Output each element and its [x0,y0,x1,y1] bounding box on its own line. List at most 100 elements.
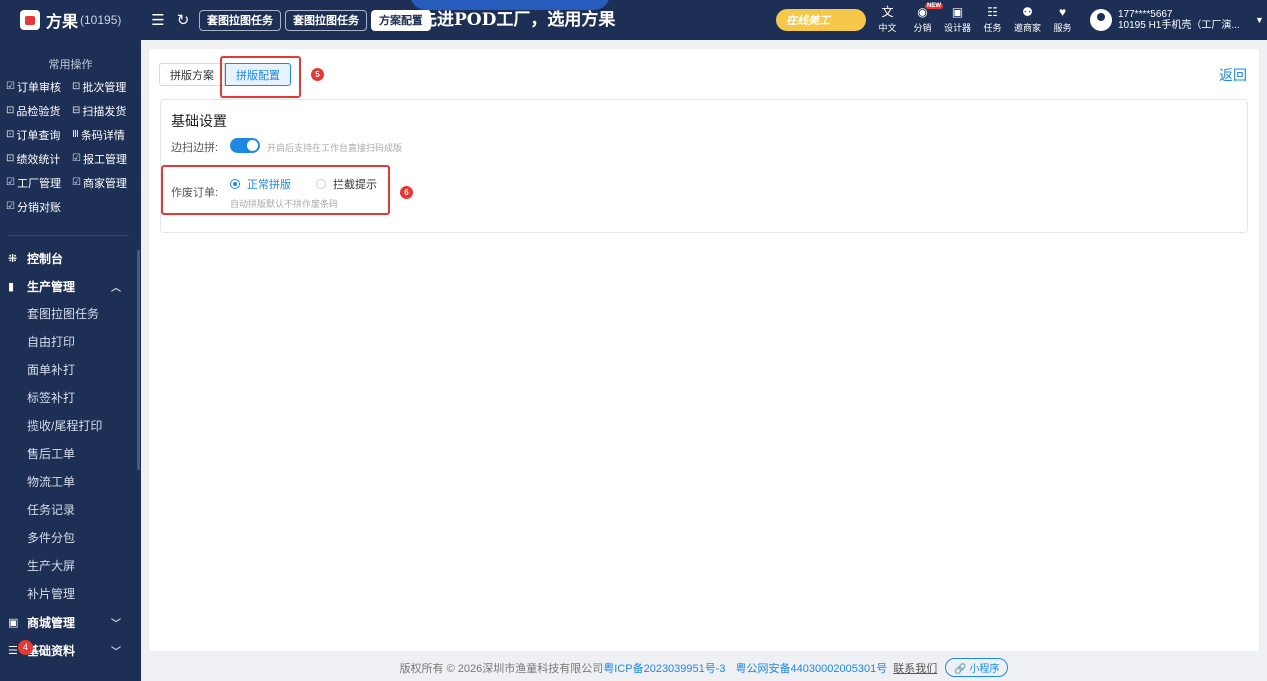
production-submenu: 套图拉图任务 自由打印 面单补打 标签补打 揽收/尾程打印 售后工单 物流工单 … [0,300,141,608]
brand[interactable]: 方果 (10195) [0,0,141,40]
tool-label: 分销 [913,23,932,33]
user-menu[interactable]: 177****5667 10195 H1手机壳（工厂演... [1090,0,1240,40]
inspect-icon: ⊡ [6,105,15,116]
checkbox-icon: ☑ [6,177,15,188]
tool-tasks[interactable]: ☷ 任务 [975,0,1010,40]
scan-icon: ⊟ [72,105,81,116]
mini-program-button[interactable]: 🔗 小程序 [945,658,1009,677]
quick-op-label: 绩效统计 [16,153,61,166]
logo-icon [20,10,40,30]
sidebar-sub-item[interactable]: 物流工单 [0,468,141,496]
user-company: 10195 H1手机壳（工厂演... [1118,20,1240,31]
icp-link[interactable]: 粤ICP备2023039951号-3 [603,660,725,676]
tool-language[interactable]: 文 中文 [870,0,905,40]
tool-label: 中文 [878,23,897,33]
invite-icon: ⚉ [1022,5,1033,19]
quick-op-inspection[interactable]: ⊡ 品检验货 [6,102,72,119]
query-icon: ⊡ [6,129,15,140]
chevron-down-icon: ﹀ [111,618,121,630]
quick-op-barcode[interactable]: Ⅲ 条码详情 [72,126,138,143]
checkbox-icon: ☑ [72,177,81,188]
police-link[interactable]: 粤公网安备44030002005301号 [736,660,888,676]
stats-icon: ⊡ [6,153,15,164]
edge-scan-toggle[interactable] [230,138,260,153]
notification-badge[interactable]: 4 [18,640,33,655]
sidebar-sub-item[interactable]: 多件分包 [0,524,141,552]
mini-program-label: 小程序 [969,664,1000,675]
tool-distribution[interactable]: NEW ◉ 分销 [905,0,943,40]
sidebar-sub-item[interactable]: 面单补打 [0,356,141,384]
mall-icon: ▣ [8,616,19,629]
tool-label: 设计器 [943,23,971,33]
tool-service[interactable]: ♥ 服务 [1045,0,1080,40]
quick-op-order-review[interactable]: ☑ 订单审核 [6,78,72,95]
production-icon: ▮ [8,280,15,293]
checkbox-icon: ☑ [72,153,81,164]
tool-designer[interactable]: ▣ 设计器 [940,0,975,40]
menu-toggle-icon[interactable]: ☰ [150,11,166,29]
menu-label: 生产管理 [27,279,76,294]
sidebar-item-production[interactable]: ▮ 生产管理 ︿ [0,272,141,300]
copyright-text: 版权所有 © 2026深圳市渔童科技有限公司 [399,662,604,675]
heart-icon: ♥ [1058,5,1067,19]
quick-op-order-query[interactable]: ⊡ 订单查询 [6,126,72,143]
promo-banner[interactable]: 先进POD工厂，选用方果 [420,0,615,40]
online-designer-badge[interactable]: 在线美工 [776,9,866,31]
quick-op-merchant[interactable]: ☑ 商家管理 [72,174,138,191]
edge-scan-hint: 开启后支持在工作台直接扫码成版 [267,143,403,153]
back-link[interactable]: 返回 [1219,65,1247,85]
quick-op-label: 分销对账 [16,201,61,214]
quick-op-label: 工厂管理 [16,177,61,190]
quick-op-scan-ship[interactable]: ⊟ 扫描发货 [72,102,138,119]
tool-invite[interactable]: ⚉ 邀商家 [1010,0,1045,40]
tab-task-1[interactable]: 套图拉图任务 [199,9,281,31]
quick-op-label: 订单查询 [16,129,61,142]
quick-op-label: 订单审核 [16,81,61,94]
quick-op-label: 批次管理 [82,81,127,94]
image-icon: ▣ [951,5,964,19]
sidebar-item-mall[interactable]: ▣ 商城管理 ﹀ [0,608,141,636]
batch-icon: ⊡ [72,81,81,92]
quick-ops-grid: ☑ 订单审核 ⊡ 批次管理 ⊡ 品检验货 ⊟ 扫描发货 ⊡ 订单查询 Ⅲ 条码详情 ⊡ 绩效统… [0,78,141,215]
quick-op-factory[interactable]: ☑ 工厂管理 [6,174,72,191]
quick-op-reconcile[interactable]: ☑ 分销对账 [6,198,72,215]
quick-op-performance[interactable]: ⊡ 绩效统计 [6,150,72,167]
link-icon: 🔗 [954,664,967,675]
user-phone: 177****5667 [1118,9,1173,20]
quick-op-batch[interactable]: ⊡ 批次管理 [72,78,138,95]
quick-op-label: 条码详情 [80,129,125,142]
highlight-box-step5 [220,56,301,98]
step-marker-5: 5 [311,68,324,81]
brand-code: (10195) [80,13,122,27]
page-tabs: 套图拉图任务 套图拉图任务 方案配置 [199,9,435,31]
contact-link[interactable]: 联系我们 [893,660,937,676]
sidebar-sub-item[interactable]: 生产大屏 [0,552,141,580]
task-icon: ☷ [987,5,998,19]
dashboard-icon: ⁜ [8,252,18,265]
tab-layout-scheme[interactable]: 拼版方案 [159,63,225,86]
sidebar-sub-item[interactable]: 售后工单 [0,440,141,468]
quick-op-report-work[interactable]: ☑ 报工管理 [72,150,138,167]
sidebar-scrollbar[interactable] [137,250,140,470]
checkbox-icon: ☑ [6,81,15,92]
quick-op-label: 报工管理 [82,153,127,166]
sidebar-sub-item[interactable]: 揽收/尾程打印 [0,412,141,440]
sidebar-sub-item[interactable]: 补片管理 [0,580,141,608]
menu-label: 基础资料 [27,643,76,658]
tool-label: 服务 [1053,23,1072,33]
card-title: 基础设置 [171,113,227,129]
barcode-icon: Ⅲ [72,129,79,140]
chevron-down-icon: ﹀ [111,646,121,658]
sidebar-sub-item[interactable]: 套图拉图任务 [0,300,141,328]
quick-op-label: 品检验货 [16,105,61,118]
step-marker-6: 6 [400,186,413,199]
tab-task-2[interactable]: 套图拉图任务 [285,9,367,31]
sidebar-sub-item[interactable]: 自由打印 [0,328,141,356]
sidebar-item-dashboard[interactable]: ⁜ 控制台 [0,244,141,272]
sidebar-sub-item[interactable]: 任务记录 [0,496,141,524]
refresh-icon[interactable]: ↻ [175,11,191,29]
common-ops-title: 常用操作 [48,59,93,71]
caret-down-icon[interactable]: ▼ [1255,15,1264,25]
sidebar: 常用操作 ☑ 订单审核 ⊡ 批次管理 ⊡ 品检验货 ⊟ 扫描发货 ⊡ 订单查询 Ⅲ 条码详情… [0,40,141,681]
sidebar-sub-item[interactable]: 标签补打 [0,384,141,412]
